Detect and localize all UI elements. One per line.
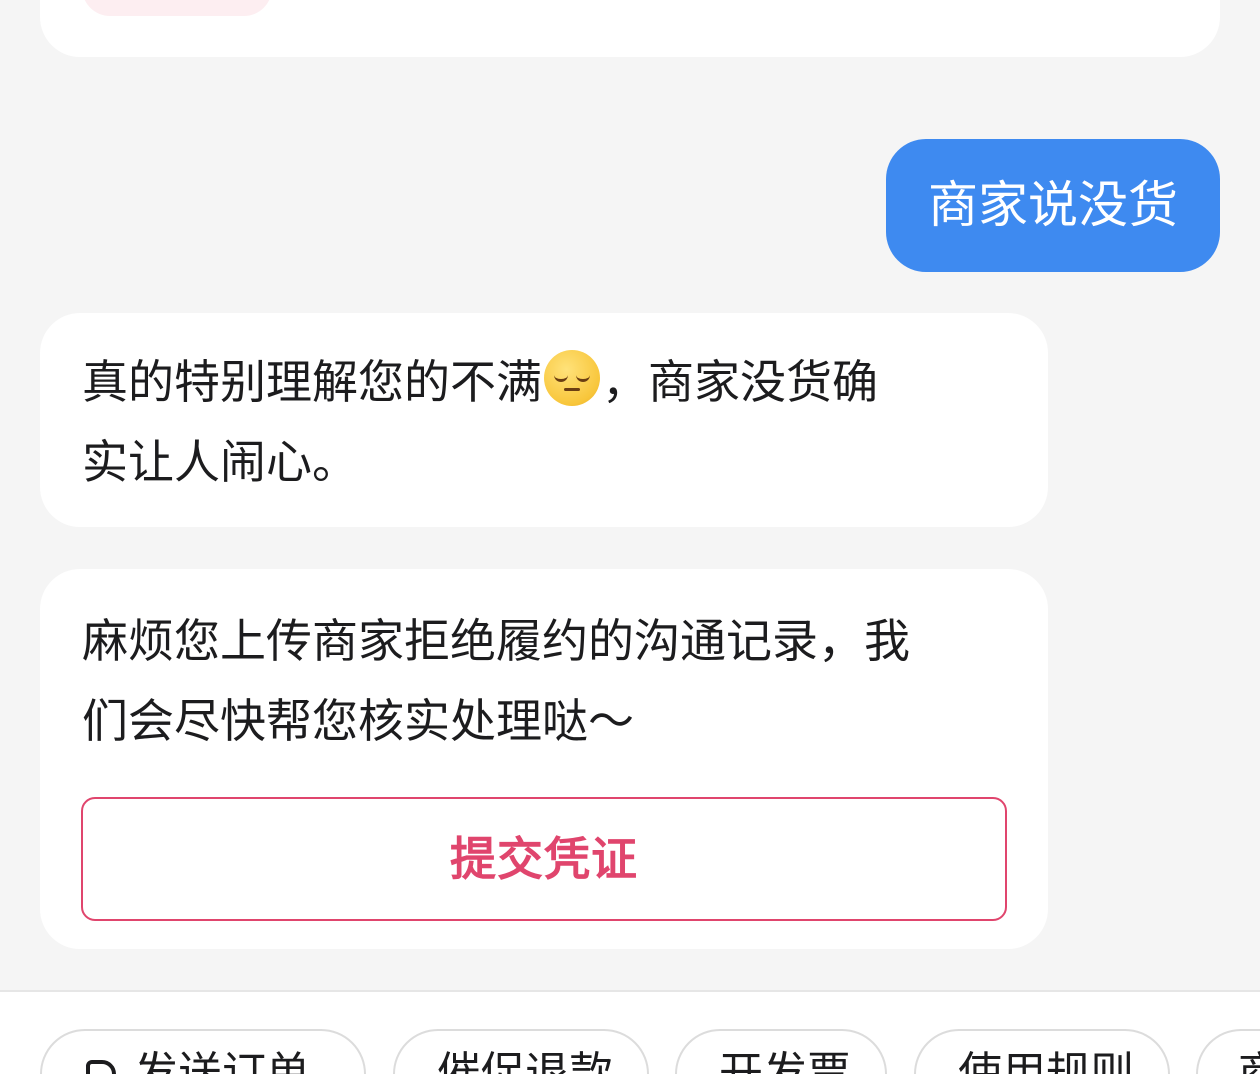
- quick-action-label: 开发票: [719, 1048, 851, 1074]
- document-icon: [86, 1060, 116, 1074]
- bot-message-text: 真的特别理解您的不满: [82, 355, 542, 409]
- pensive-face-emoji-icon: [544, 350, 600, 406]
- quick-action-send-order[interactable]: 发送订单: [40, 1029, 366, 1074]
- bot-message-line: 们会尽快帮您核实处理哒～: [82, 694, 634, 748]
- bot-message-line: 真的特别理解您的不满 ，商家没货确: [82, 342, 1006, 422]
- previous-message-card: [40, 0, 1220, 57]
- quick-action-usage-rules[interactable]: 使用规则: [914, 1029, 1170, 1074]
- quick-action-invoice[interactable]: 开发票: [675, 1029, 887, 1074]
- bot-message-bubble: 麻烦您上传商家拒绝履约的沟通记录，我 们会尽快帮您核实处理哒～ 提交凭证: [40, 569, 1048, 949]
- user-message-bubble: 商家说没货: [886, 139, 1220, 272]
- quick-action-label: 催促退款: [437, 1048, 613, 1074]
- bot-message-line: 麻烦您上传商家拒绝履约的沟通记录，我: [82, 614, 910, 668]
- quick-action-label: 商: [1238, 1048, 1260, 1074]
- quick-action-more[interactable]: 商: [1196, 1029, 1260, 1074]
- chat-area: 商家说没货 真的特别理解您的不满 ，商家没货确 实让人闹心。 麻烦您上传商家拒绝履…: [0, 0, 1260, 990]
- bot-message-line: 实让人闹心。: [82, 435, 358, 489]
- quick-action-bar: 发送订单 催促退款 开发票 使用规则 商: [0, 992, 1260, 1074]
- quick-action-label: 发送订单: [134, 1048, 310, 1074]
- bot-message-bubble: 真的特别理解您的不满 ，商家没货确 实让人闹心。: [40, 313, 1048, 527]
- submit-evidence-button[interactable]: 提交凭证: [81, 797, 1007, 921]
- quick-action-label: 使用规则: [958, 1048, 1134, 1074]
- quick-action-urge-refund[interactable]: 催促退款: [393, 1029, 649, 1074]
- previous-card-button[interactable]: [82, 0, 272, 16]
- bot-message-text: ，商家没货确: [602, 355, 878, 409]
